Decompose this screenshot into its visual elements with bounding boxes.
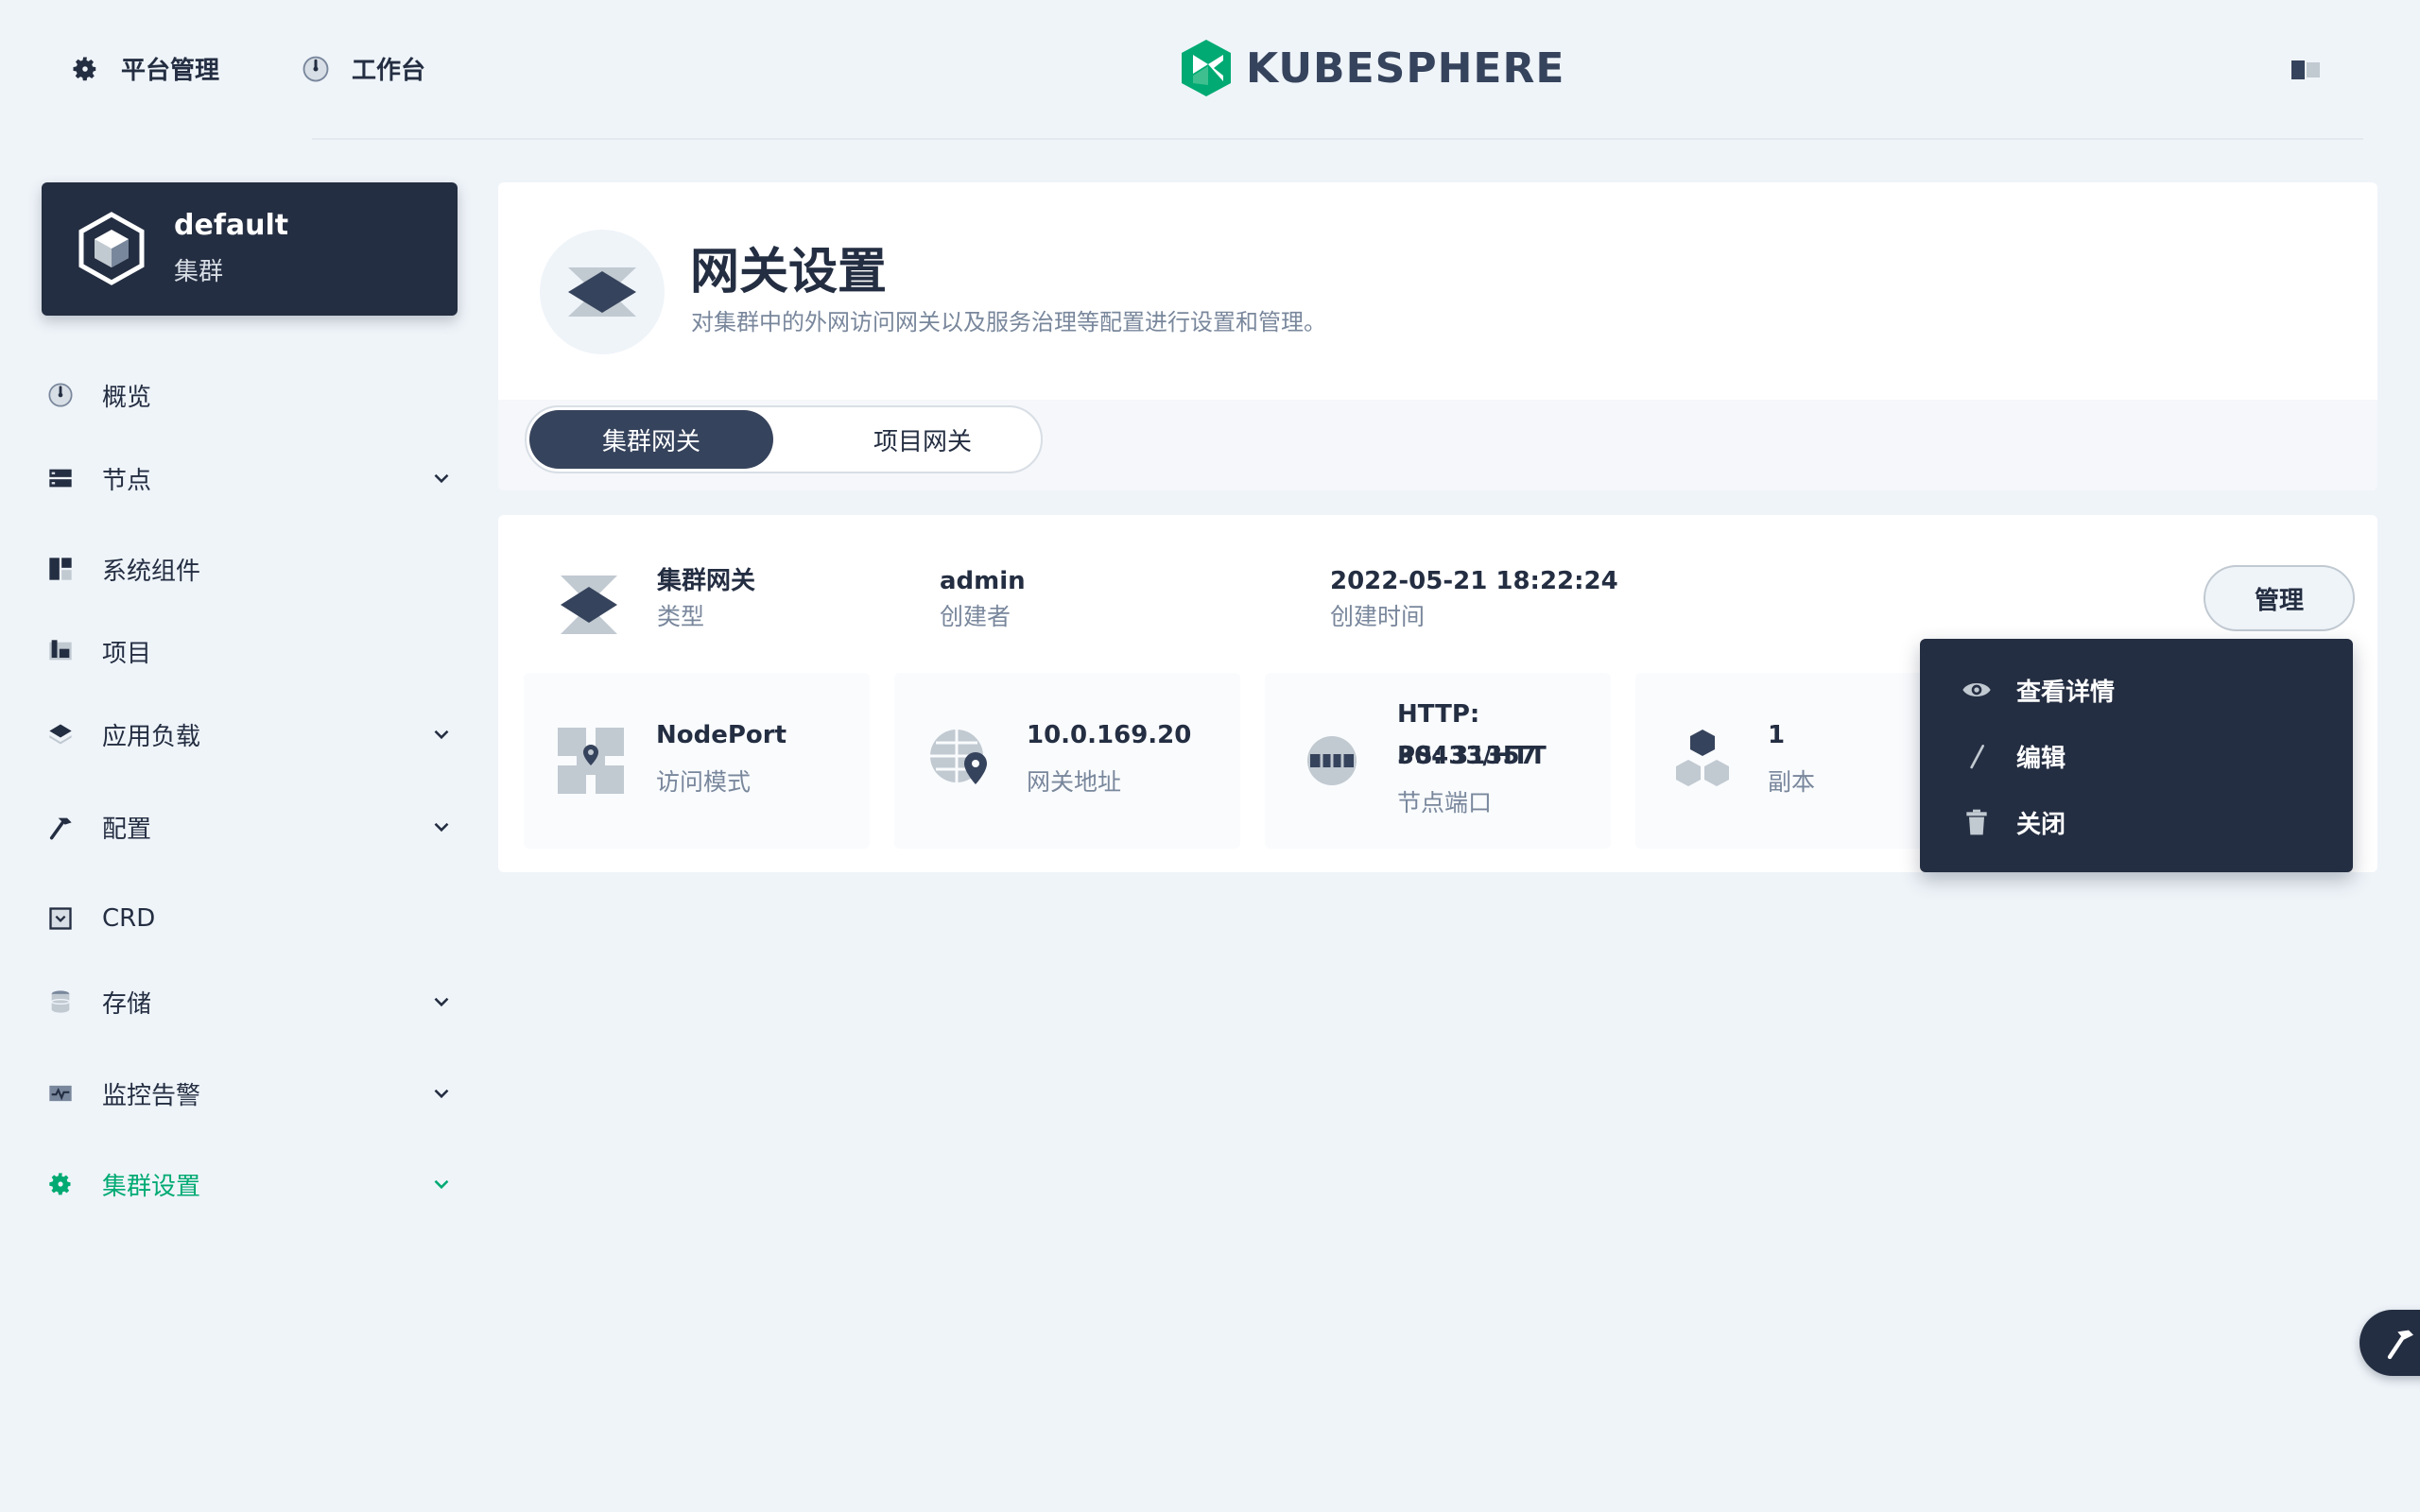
eye-icon	[1962, 675, 1992, 705]
sidebar-item-label: 项目	[102, 639, 152, 668]
sidebar-item-app-workloads[interactable]: 应用负载	[45, 711, 461, 758]
nodeport-icon	[558, 728, 624, 794]
access-mode-value: NodePort	[656, 721, 787, 749]
menu-item-label: 查看详情	[2016, 678, 2116, 707]
toolbox-button[interactable]	[2360, 1310, 2420, 1376]
gateway-icon	[559, 572, 619, 638]
gateway-address-icon	[930, 730, 987, 784]
sidebar-item-label: 概览	[102, 383, 152, 412]
sidebar-item-label: 配置	[102, 815, 152, 844]
platform-management-label: 平台管理	[121, 57, 220, 85]
chevron-down-icon	[434, 997, 449, 1007]
replica-key: 副本	[1768, 768, 1816, 796]
sidebar-item-monitoring-alerting[interactable]: 监控告警	[45, 1070, 461, 1117]
gateway-type-field: 集群网关 类型	[657, 564, 755, 636]
menu-item-label: 关闭	[2016, 810, 2066, 839]
menu-item-close[interactable]: 关闭	[1962, 803, 2066, 841]
gear-icon	[45, 1169, 76, 1199]
sidebar-item-label: 节点	[102, 466, 152, 495]
trash-icon	[1962, 807, 1992, 837]
chevron-down-icon	[434, 1179, 449, 1190]
sidebar-item-nodes[interactable]: 节点	[45, 455, 461, 502]
gateway-address-value: 10.0.169.20	[1027, 721, 1192, 749]
sidebar-item-label: 存储	[102, 989, 152, 1019]
sidebar-item-label: 监控告警	[102, 1081, 201, 1110]
tab-cluster-gateway[interactable]: 集群网关	[529, 410, 773, 469]
tab-project-gateway[interactable]: 项目网关	[801, 410, 1045, 469]
hammer-icon	[45, 812, 76, 842]
creator-field: admin 创建者	[940, 564, 1026, 636]
chevron-down-icon	[434, 822, 449, 833]
access-mode-key: 访问模式	[656, 768, 752, 796]
logo-text: KUBESPHERE	[1246, 43, 1565, 93]
node-port-key: 节点端口	[1397, 789, 1493, 816]
sidebar-item-storage[interactable]: 存储	[45, 978, 461, 1025]
cluster-hexagon-icon	[78, 212, 145, 285]
monitor-icon	[45, 1078, 76, 1108]
cluster-card[interactable]: default 集群	[42, 182, 458, 316]
cluster-type: 集群	[174, 258, 224, 286]
access-mode-stat: NodePort 访问模式	[524, 673, 870, 849]
created-time-key: 创建时间	[1330, 603, 1426, 630]
menu-item-label: 编辑	[2016, 744, 2066, 773]
database-icon	[45, 987, 76, 1017]
gateway-address-key: 网关地址	[1027, 768, 1122, 796]
sidebar-item-label: 集群设置	[102, 1172, 201, 1201]
page-title: 网关设置	[690, 244, 888, 301]
top-divider	[312, 138, 2363, 140]
platform-management-nav[interactable]: 平台管理	[68, 51, 219, 86]
chevron-down-icon	[434, 730, 449, 740]
gateway-type-key: 类型	[657, 603, 705, 630]
gear-icon	[68, 52, 102, 86]
dashboard-icon	[299, 52, 333, 86]
page-description: 对集群中的外网访问网关以及服务治理等配置进行设置和管理。	[691, 309, 1326, 335]
manage-button[interactable]: 管理	[2204, 565, 2355, 631]
creator-value: admin	[940, 567, 1026, 595]
sidebar-item-configuration[interactable]: 配置	[45, 803, 461, 850]
workbench-label: 工作台	[352, 57, 426, 85]
replica-value: 1	[1768, 721, 1786, 749]
kubesphere-logo[interactable]: KUBESPHERE	[1180, 38, 1564, 98]
sidebar-item-overview[interactable]: 概览	[45, 371, 461, 419]
documentation-book-icon[interactable]	[2291, 60, 2320, 79]
menu-item-view-details[interactable]: 查看详情	[1962, 671, 2115, 709]
cluster-name: default	[174, 209, 289, 242]
manage-dropdown-menu: 查看详情 编辑 关闭	[1920, 639, 2353, 872]
top-bar: 平台管理 工作台 KUBESPHERE	[0, 0, 2420, 140]
menu-item-edit[interactable]: 编辑	[1962, 737, 2066, 775]
gateway-tabs: 集群网关 项目网关	[525, 405, 1043, 473]
crd-icon	[45, 903, 76, 934]
pen-icon	[1962, 741, 1992, 771]
replica-icon	[1676, 730, 1729, 786]
page-header-panel: 网关设置 对集群中的外网访问网关以及服务治理等配置进行设置和管理。 集群网关 项…	[498, 182, 2377, 490]
creator-key: 创建者	[940, 603, 1011, 630]
gateway-address-stat: 10.0.169.20 网关地址	[894, 673, 1240, 849]
chevron-down-icon	[434, 1089, 449, 1099]
sidebar-item-crd[interactable]: CRD	[45, 895, 461, 942]
created-time-field: 2022-05-21 18:22:24 创建时间	[1330, 564, 1618, 636]
hammer-icon	[2387, 1330, 2413, 1360]
sidebar-item-label: 系统组件	[102, 557, 201, 586]
components-icon	[45, 554, 76, 584]
node-port-value-line2: PS: 31357	[1397, 742, 1537, 770]
sidebar-item-label: CRD	[102, 904, 156, 933]
chevron-down-icon	[434, 473, 449, 484]
sidebar-item-label: 应用负载	[102, 722, 201, 751]
project-icon	[45, 636, 76, 666]
kubesphere-logo-icon	[1182, 40, 1231, 96]
node-port-stat: HTTP: 30433/HTT PS: 31357 节点端口	[1265, 673, 1611, 849]
created-time-value: 2022-05-21 18:22:24	[1330, 567, 1618, 595]
sidebar-item-projects[interactable]: 项目	[45, 627, 461, 675]
appcenter-icon	[45, 719, 76, 749]
dashboard-icon	[45, 380, 76, 410]
sidebar-item-cluster-settings[interactable]: 集群设置	[45, 1160, 461, 1208]
nodes-icon	[45, 463, 76, 493]
gateway-banner-icon	[540, 230, 665, 354]
workbench-nav[interactable]: 工作台	[299, 51, 425, 86]
gateway-name: 集群网关	[657, 567, 756, 595]
network-port-icon	[1307, 736, 1357, 785]
sidebar-item-system-components[interactable]: 系统组件	[45, 545, 461, 593]
